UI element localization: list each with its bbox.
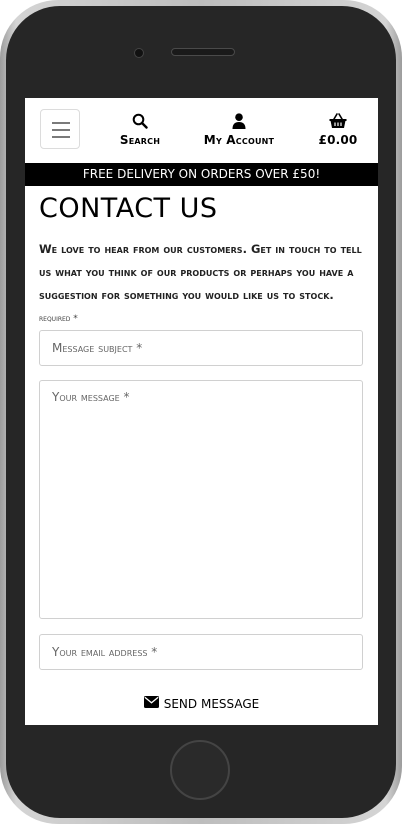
site-header: Search My Account £0.00 — [25, 98, 378, 163]
account-link[interactable]: My Account — [201, 111, 277, 147]
send-message-button[interactable]: SEND MESSAGE — [25, 696, 378, 711]
send-message-label: SEND MESSAGE — [163, 696, 260, 711]
message-textarea[interactable] — [39, 380, 363, 619]
hamburger-menu-icon-bar — [52, 122, 70, 124]
menu-toggle-button[interactable] — [40, 109, 80, 149]
bag-total: £0.00 — [318, 133, 358, 147]
page-title: CONTACT US — [39, 193, 218, 224]
hamburger-menu-icon-bar — [52, 136, 70, 138]
front-camera — [134, 48, 144, 58]
delivery-banner: FREE DELIVERY ON ORDERS OVER £50! — [25, 163, 378, 186]
intro-text: We love to hear from our customers. Get … — [39, 242, 362, 302]
search-label: Search — [119, 133, 161, 147]
hamburger-menu-icon-bar — [52, 129, 70, 131]
screen: Search My Account £0.00 FREE DELIVERY ON… — [25, 98, 378, 725]
message-subject-input[interactable] — [39, 330, 363, 366]
email-address-input[interactable] — [39, 634, 363, 670]
search-icon — [115, 111, 165, 131]
basket-icon — [317, 111, 359, 131]
earpiece-speaker — [171, 48, 235, 56]
home-button — [170, 740, 230, 800]
phone-frame: Search My Account £0.00 FREE DELIVERY ON… — [0, 0, 402, 824]
search-link[interactable]: Search — [115, 111, 165, 147]
envelope-icon — [143, 696, 159, 711]
account-label: My Account — [203, 133, 275, 147]
shopping-bag-link[interactable]: £0.00 — [317, 111, 359, 147]
required-note: required * — [39, 314, 78, 324]
user-icon — [201, 111, 277, 131]
